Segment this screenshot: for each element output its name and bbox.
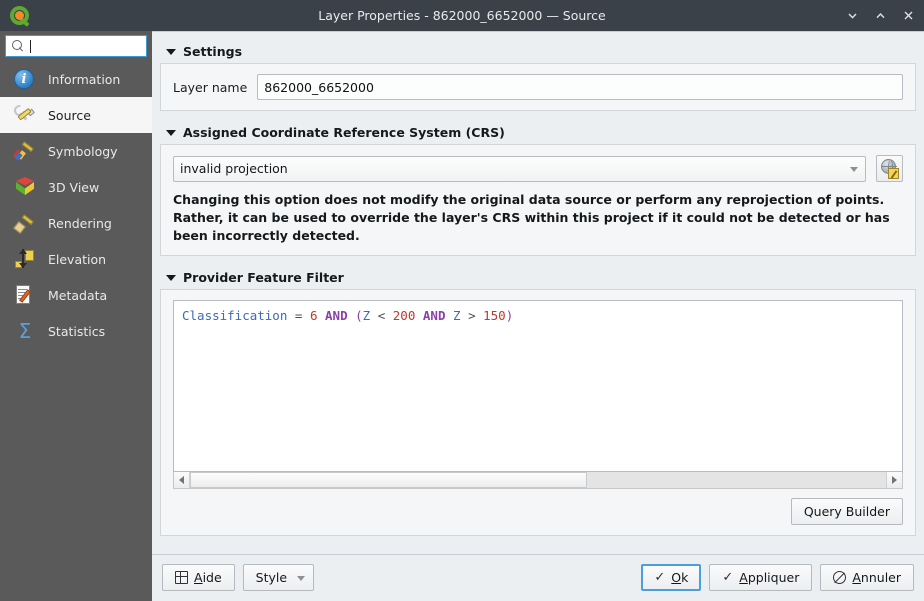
crs-group-box: invalid projection Changing this option … xyxy=(160,144,916,256)
scrollbar-thumb[interactable] xyxy=(190,472,587,488)
layer-name-row: Layer name xyxy=(173,74,903,100)
crs-help-text: Changing this option does not modify the… xyxy=(173,191,903,245)
window-controls xyxy=(844,0,916,31)
settings-scroll-area: Settings Layer name Assigned Coordinate … xyxy=(152,32,924,554)
help-label-rest: ide xyxy=(203,570,222,585)
filter-group-box: Classification = 6 AND (Z < 200 AND Z > … xyxy=(160,289,916,536)
filter-query-text[interactable]: Classification = 6 AND (Z < 200 AND Z > … xyxy=(174,301,902,332)
collapse-triangle-icon xyxy=(166,49,176,55)
filter-group-header[interactable]: Provider Feature Filter xyxy=(160,266,916,289)
cancel-mnemonic: A xyxy=(852,570,861,585)
sidebar-item-3d-view[interactable]: 3D View xyxy=(0,169,152,205)
footer-left-buttons: Aide Style xyxy=(162,564,314,591)
sidebar-item-information[interactable]: i Information xyxy=(0,61,152,97)
help-button[interactable]: Aide xyxy=(162,564,235,591)
sidebar-item-label: Source xyxy=(48,108,91,123)
sidebar-item-symbology[interactable]: Symbology xyxy=(0,133,152,169)
edit-badge-icon xyxy=(888,168,899,179)
cancel-label-rest: nnuler xyxy=(861,570,901,585)
arrow-left-icon xyxy=(179,476,184,484)
style-button[interactable]: Style xyxy=(243,564,314,591)
crs-select[interactable]: invalid projection xyxy=(173,156,866,182)
crs-selected-value: invalid projection xyxy=(180,161,288,176)
collapse-triangle-icon xyxy=(166,130,176,136)
query-builder-row: Query Builder xyxy=(173,489,903,525)
sidebar-item-label: Elevation xyxy=(48,252,106,267)
maximize-button[interactable] xyxy=(872,8,888,24)
collapse-triangle-icon xyxy=(166,275,176,281)
help-mnemonic: A xyxy=(194,570,203,585)
sidebar-item-label: Information xyxy=(48,72,120,87)
apply-button[interactable]: ✓ Appliquer xyxy=(709,564,812,591)
settings-group-title: Settings xyxy=(183,44,242,59)
symbology-brush-icon xyxy=(14,140,36,162)
information-icon: i xyxy=(14,68,36,90)
filter-horizontal-scrollbar[interactable] xyxy=(173,472,903,489)
ok-button[interactable]: ✓ Ok xyxy=(641,564,701,591)
sidebar-item-elevation[interactable]: Elevation xyxy=(0,241,152,277)
sigma-statistics-icon: Σ xyxy=(14,320,36,342)
sidebar-search xyxy=(0,35,152,61)
settings-group-box: Layer name xyxy=(160,63,916,111)
layer-properties-dialog: Layer Properties - 862000_6652000 — Sour… xyxy=(0,0,924,601)
rendering-brush-icon xyxy=(14,212,36,234)
layer-name-label: Layer name xyxy=(173,80,247,95)
sidebar-item-rendering[interactable]: Rendering xyxy=(0,205,152,241)
sidebar-item-label: Symbology xyxy=(48,144,118,159)
check-icon: ✓ xyxy=(722,571,733,584)
dialog-footer: Aide Style ✓ Ok ✓ Appliquer xyxy=(152,554,924,601)
sidebar-item-label: 3D View xyxy=(48,180,99,195)
help-icon xyxy=(175,571,188,584)
sidebar: i Information Source Symbology xyxy=(0,31,152,601)
content-pane: Settings Layer name Assigned Coordinate … xyxy=(152,31,924,601)
filter-group-title: Provider Feature Filter xyxy=(183,270,344,285)
scrollbar-track[interactable] xyxy=(190,472,886,488)
ok-mnemonic: O xyxy=(671,570,681,585)
arrow-right-icon xyxy=(892,476,897,484)
crs-chooser-button[interactable] xyxy=(876,155,903,182)
qgis-logo-icon xyxy=(9,5,31,27)
sidebar-item-label: Rendering xyxy=(48,216,112,231)
sidebar-nav: i Information Source Symbology xyxy=(0,61,152,349)
crs-row: invalid projection xyxy=(173,155,903,182)
search-input[interactable] xyxy=(31,39,142,53)
chevron-down-icon xyxy=(850,167,858,172)
scroll-left-button[interactable] xyxy=(174,472,190,488)
search-icon xyxy=(12,40,25,53)
crs-group-title: Assigned Coordinate Reference System (CR… xyxy=(183,125,505,140)
ban-icon xyxy=(833,571,846,584)
apply-label-rest: ppliquer xyxy=(748,570,800,585)
elevation-icon xyxy=(14,248,36,270)
check-icon: ✓ xyxy=(654,571,665,584)
title-bar: Layer Properties - 862000_6652000 — Sour… xyxy=(0,0,924,31)
window-title: Layer Properties - 862000_6652000 — Sour… xyxy=(0,8,924,23)
cancel-button[interactable]: Annuler xyxy=(820,564,914,591)
sidebar-item-label: Statistics xyxy=(48,324,105,339)
sidebar-item-statistics[interactable]: Σ Statistics xyxy=(0,313,152,349)
filter-query-editor[interactable]: Classification = 6 AND (Z < 200 AND Z > … xyxy=(173,300,903,472)
apply-mnemonic: A xyxy=(739,570,748,585)
scroll-right-button[interactable] xyxy=(886,472,902,488)
footer-right-buttons: ✓ Ok ✓ Appliquer Annuler xyxy=(641,564,914,591)
cube-3d-icon xyxy=(14,176,36,198)
minimize-button[interactable] xyxy=(844,8,860,24)
close-button[interactable] xyxy=(900,8,916,24)
style-label: Style xyxy=(256,570,287,585)
settings-group-header[interactable]: Settings xyxy=(160,40,916,63)
sidebar-item-label: Metadata xyxy=(48,288,107,303)
layer-name-input[interactable] xyxy=(257,74,903,100)
search-box[interactable] xyxy=(5,35,147,57)
ok-label-rest: k xyxy=(681,570,688,585)
sidebar-item-metadata[interactable]: Metadata xyxy=(0,277,152,313)
source-tools-icon xyxy=(14,104,36,126)
query-builder-button[interactable]: Query Builder xyxy=(791,498,903,525)
chevron-down-icon xyxy=(297,576,305,581)
crs-group-header[interactable]: Assigned Coordinate Reference System (CR… xyxy=(160,121,916,144)
sidebar-item-source[interactable]: Source xyxy=(0,97,152,133)
metadata-document-icon xyxy=(14,284,36,306)
